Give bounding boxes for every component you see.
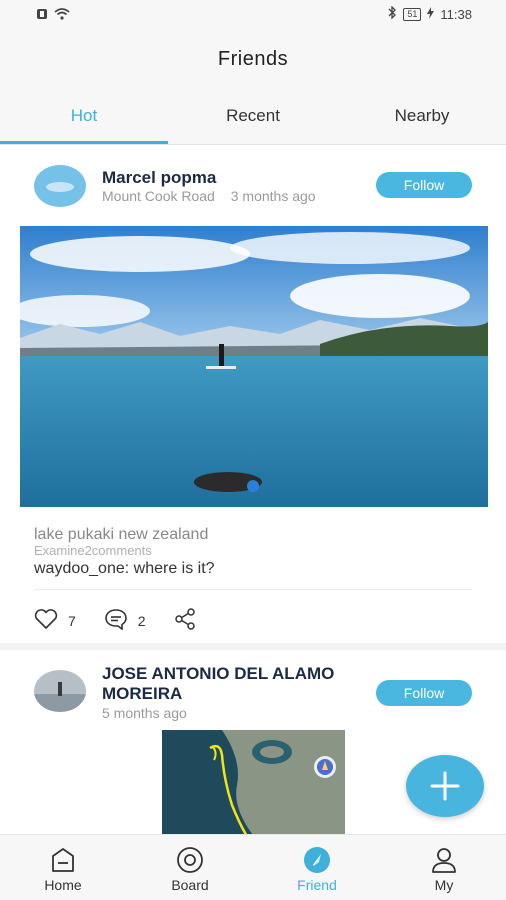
examine-comments-link[interactable]: Examine2comments	[34, 543, 152, 558]
divider	[34, 589, 472, 590]
post-separator	[0, 643, 506, 650]
status-bar: 51 11:38	[0, 0, 506, 30]
post-meta: Mount Cook Road 3 months ago	[102, 188, 316, 204]
app-header: Friends	[0, 30, 506, 90]
notification-icon	[36, 7, 48, 25]
post-header: Marcel popma Mount Cook Road 3 months ag…	[0, 146, 506, 226]
tab-hot[interactable]: Hot	[0, 90, 168, 145]
page-title: Friends	[217, 48, 289, 70]
active-tab-indicator	[0, 141, 168, 144]
author-name-line1: JOSE ANTONIO DEL ALAMO	[102, 664, 335, 683]
bottom-navigation: Home Board Friend My	[0, 834, 506, 900]
nav-home[interactable]: Home	[0, 835, 126, 900]
like-count: 7	[68, 612, 76, 629]
nav-board-label: Board	[171, 877, 209, 893]
share-button[interactable]	[174, 608, 196, 633]
post-location: Mount Cook Road	[102, 188, 215, 204]
nav-board[interactable]: Board	[127, 835, 253, 900]
heart-icon	[34, 609, 58, 632]
comment-button[interactable]: 2	[104, 608, 146, 633]
nav-my-label: My	[434, 877, 454, 893]
author-name[interactable]: Marcel popma	[102, 168, 216, 188]
charging-icon	[427, 6, 435, 22]
follow-button[interactable]: Follow	[376, 680, 472, 706]
author-name-line2: MOREIRA	[102, 684, 183, 703]
nav-friend[interactable]: Friend	[254, 835, 380, 900]
nav-home-label: Home	[44, 877, 82, 893]
comment-preview: waydoo_one: where is it?	[34, 560, 215, 577]
post-time: 3 months ago	[230, 188, 316, 204]
post-caption: lake pukaki new zealand	[34, 526, 209, 543]
post-time: 5 months ago	[102, 705, 187, 721]
tab-bar: Hot Recent Nearby	[0, 90, 506, 145]
post-actions: 7 2	[34, 608, 224, 633]
wifi-icon	[54, 7, 70, 25]
nav-friend-label: Friend	[297, 877, 337, 893]
avatar[interactable]	[34, 165, 86, 207]
comment-icon	[104, 608, 128, 633]
comment-count: 2	[137, 612, 146, 629]
tab-recent[interactable]: Recent	[169, 90, 337, 145]
map-thumbnail[interactable]	[162, 730, 345, 834]
post-photo[interactable]	[20, 226, 488, 507]
share-icon	[174, 608, 196, 633]
bluetooth-icon	[387, 5, 397, 22]
avatar[interactable]	[34, 670, 86, 712]
tab-nearby[interactable]: Nearby	[338, 90, 506, 145]
add-post-button[interactable]	[406, 755, 484, 817]
clock: 11:38	[440, 6, 472, 22]
follow-button[interactable]: Follow	[376, 172, 472, 198]
author-name[interactable]: JOSE ANTONIO DEL ALAMO MOREIRA	[102, 664, 334, 704]
battery-level: 51	[403, 7, 422, 21]
nav-my[interactable]: My	[381, 835, 506, 900]
friends-feed[interactable]: Marcel popma Mount Cook Road 3 months ag…	[0, 146, 506, 834]
like-button[interactable]: 7	[34, 609, 76, 632]
